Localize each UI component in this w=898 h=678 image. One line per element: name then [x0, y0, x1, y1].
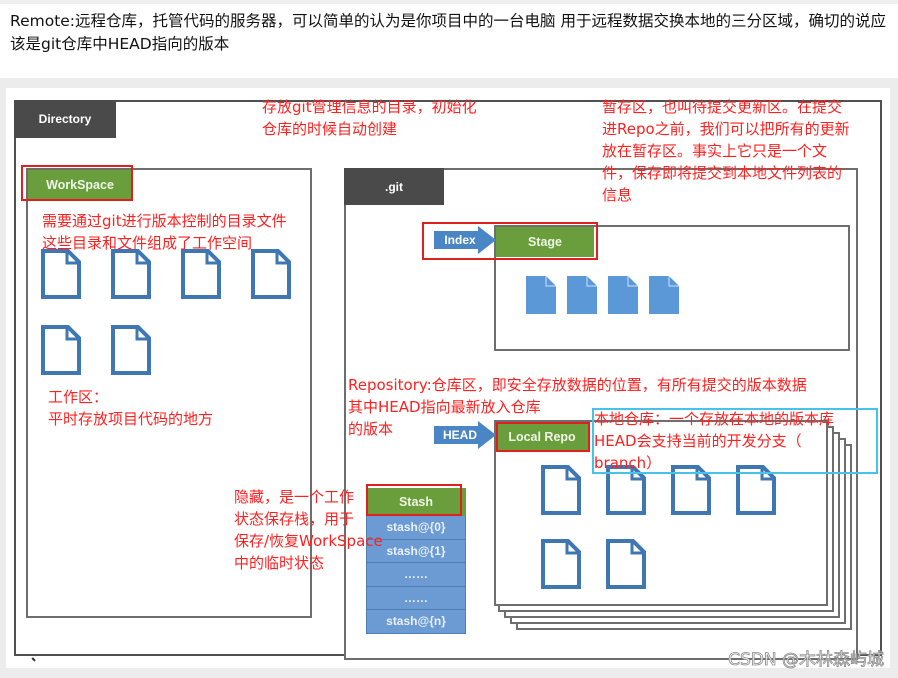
- file-icon: [540, 464, 582, 516]
- file-icon: [649, 276, 679, 314]
- git-diagram: Directory WorkSpace .git Stage Index Loc…: [6, 88, 890, 668]
- file-icon: [40, 324, 82, 376]
- annotation-workspace-area: 工作区： 平时存放项目代码的地方: [48, 388, 214, 428]
- file-icon: [526, 276, 556, 314]
- stage-tab: Stage: [496, 227, 594, 257]
- index-arrow: Index: [434, 226, 496, 254]
- caption-area: Remote:远程仓库，托管代码的服务器，可以简单的认为是你项目中的一台电脑 用…: [0, 0, 898, 78]
- diagram-canvas: Directory WorkSpace .git Stage Index Loc…: [0, 78, 898, 678]
- file-icon: [110, 324, 152, 376]
- stash-entry: stash@{n}: [366, 610, 466, 634]
- index-label: Index: [444, 233, 476, 247]
- file-icon: [180, 248, 222, 300]
- file-icon: [567, 276, 597, 314]
- file-icon: [605, 538, 647, 590]
- annotation-git-dir: 存放git管理信息的目录，初始化 仓库的时候自动创建: [262, 98, 477, 138]
- annotation-workspace: 需要通过git进行版本控制的目录文件 这些目录和文件组成了工作空间: [42, 212, 287, 252]
- workspace-tab: WorkSpace: [28, 170, 132, 200]
- watermark: CSDN @木林森屿城: [728, 650, 885, 671]
- git-tab: .git: [344, 168, 444, 205]
- file-icon: [40, 248, 82, 300]
- file-icon: [250, 248, 292, 300]
- file-icon: [608, 276, 638, 314]
- annotation-stage: 暂存区，也叫待提交更新区。在提交 进Repo之前，我们可以把所有的更新 放在暂存区。…: [602, 98, 850, 204]
- stash-entry: ……: [366, 586, 466, 610]
- remote-description: Remote:远程仓库，托管代码的服务器，可以简单的认为是你项目中的一台电脑 用…: [10, 12, 886, 53]
- directory-tab: Directory: [14, 100, 116, 138]
- file-icon: [110, 248, 152, 300]
- file-icon: [540, 538, 582, 590]
- annotation-local-repo: 本地仓库：一个存放在本地的版本库 HEAD会支持当前的开发分支（ branch）: [594, 410, 835, 472]
- annotation-stash: 隐藏，是一个工作 状态保存栈，用于 保存/恢复WorkSpace 中的临时状态: [234, 488, 383, 572]
